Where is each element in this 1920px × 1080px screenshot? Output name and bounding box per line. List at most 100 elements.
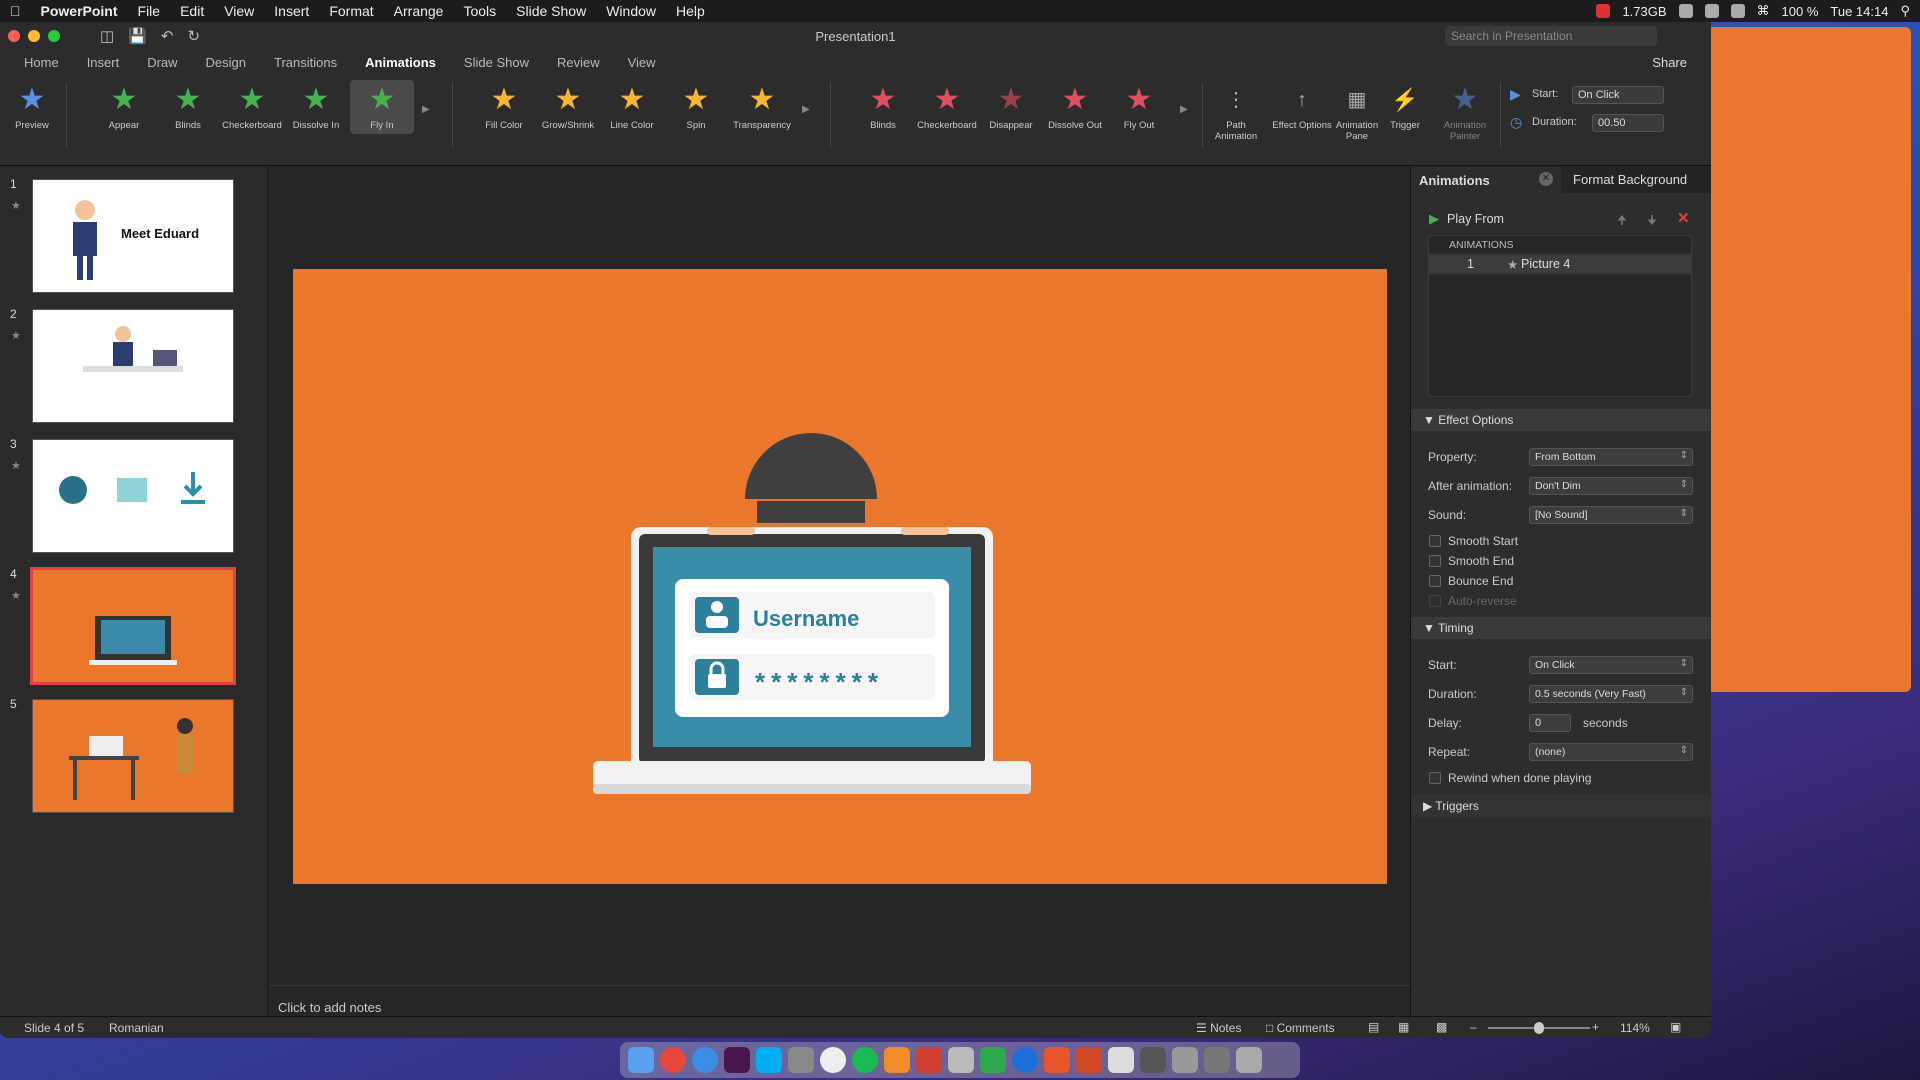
status-icon[interactable] [1678,4,1693,18]
effect-appear[interactable]: ★ Appear [94,80,154,131]
move-down-icon[interactable]: 🠋 [1647,211,1657,232]
slide-thumb-3[interactable] [32,439,234,553]
zoom-in-icon[interactable]: + [1592,1020,1599,1034]
tab-home[interactable]: Home [10,55,73,70]
tab-review[interactable]: Review [543,55,614,70]
current-slide[interactable]: Username ******** [293,269,1387,884]
menu-tools[interactable]: Tools [453,3,506,19]
effect-transparency[interactable]: ★ Transparency [730,80,794,131]
effect-spin[interactable]: ★ Spin [666,80,726,131]
finder-icon[interactable] [628,1047,654,1073]
menu-view[interactable]: View [214,3,264,19]
effect-options-button[interactable]: ↑ Effect Options [1272,80,1332,131]
slide-thumb-1[interactable]: Meet Eduard [32,179,234,293]
slide-thumb-5[interactable] [32,699,234,813]
sublime-icon[interactable] [884,1047,910,1073]
slide-thumb-4[interactable] [30,567,236,685]
triggers-section[interactable]: ▶ Triggers [1411,795,1711,817]
sound-select[interactable]: [No Sound] [1529,506,1693,524]
slide-thumb-2[interactable] [32,309,234,423]
notes-app-icon[interactable] [948,1047,974,1073]
menu-format[interactable]: Format [319,3,383,19]
todoist-icon[interactable] [916,1047,942,1073]
powerpoint-icon[interactable] [1076,1047,1102,1073]
apple-icon[interactable]:  [0,3,31,19]
tab-insert[interactable]: Insert [73,55,134,70]
play-from-button[interactable]: Play From [1447,212,1504,226]
menu-file[interactable]: File [128,3,171,19]
dropbox-icon[interactable] [1704,4,1719,18]
trigger-button[interactable]: ⚡ Trigger [1380,80,1430,131]
comments-button[interactable]: □ Comments [1266,1021,1335,1035]
background-window[interactable] [1700,27,1911,692]
start-select[interactable]: On Click [1572,86,1664,104]
auto-reverse-checkbox[interactable] [1429,595,1441,607]
clock-app-icon[interactable] [820,1047,846,1073]
effect-dissolve-in[interactable]: ★ Dissolve In [286,80,346,131]
search-input[interactable]: Search in Presentation [1445,26,1657,46]
record-icon[interactable] [1596,4,1611,18]
spotlight-icon[interactable]: ⚲ [1900,3,1910,19]
menu-window[interactable]: Window [596,3,666,19]
menu-app-name[interactable]: PowerPoint [31,3,128,19]
fit-slide-icon[interactable]: ▣ [1670,1020,1681,1034]
animation-pane-button[interactable]: ▦ Animation Pane [1327,80,1387,142]
emphasis-more-icon[interactable]: ▶ [802,104,810,115]
wifi-icon[interactable]: ⌘ [1757,3,1770,19]
skype-icon[interactable] [756,1047,782,1073]
entrance-more-icon[interactable]: ▶ [422,104,430,115]
move-up-icon[interactable]: 🠉 [1617,211,1627,232]
share-button[interactable]: Share [1652,55,1687,70]
delay-stepper[interactable]: 0 [1529,714,1571,732]
tab-slide-show[interactable]: Slide Show [450,55,543,70]
property-select[interactable]: From Bottom [1529,448,1693,466]
bounce-end-checkbox[interactable] [1429,575,1441,587]
timing-section[interactable]: ▼ Timing [1411,617,1711,639]
effect-fly-out[interactable]: ★ Fly Out [1109,80,1169,131]
effect-blinds-out[interactable]: ★ Blinds [853,80,913,131]
menu-insert[interactable]: Insert [264,3,319,19]
tab-view[interactable]: View [614,55,670,70]
stack-icon[interactable] [1204,1047,1230,1073]
duration-stepper[interactable]: 00.50 [1592,114,1664,132]
menu-help[interactable]: Help [666,3,715,19]
slack-icon[interactable] [724,1047,750,1073]
effect-disappear[interactable]: ★ Disappear [981,80,1041,131]
path-animation-button[interactable]: ⋮ Path Animation [1206,80,1266,142]
smooth-end-checkbox[interactable] [1429,555,1441,567]
trash-icon[interactable] [1236,1047,1262,1073]
effect-checkerboard-in[interactable]: ★ Checkerboard [222,80,282,131]
timing-start-select[interactable]: On Click [1529,656,1693,674]
safari-icon[interactable] [692,1047,718,1073]
effect-grow-shrink[interactable]: ★ Grow/Shrink [538,80,598,131]
normal-view-icon[interactable]: ▤ [1368,1020,1379,1034]
tab-design[interactable]: Design [192,55,260,70]
chrome-icon[interactable] [660,1047,686,1073]
menu-edit[interactable]: Edit [170,3,214,19]
battery-readout[interactable]: 100 % [1782,4,1819,19]
downloads-icon[interactable] [1172,1047,1198,1073]
cloud-icon[interactable] [1730,4,1745,18]
menu-slide-show[interactable]: Slide Show [506,3,596,19]
rewind-checkbox[interactable] [1429,772,1441,784]
language-indicator[interactable]: Romanian [109,1021,164,1035]
browser-icon[interactable] [1012,1047,1038,1073]
animation-item[interactable]: 1 ★ Picture 4 [1429,255,1691,274]
tab-animations[interactable]: Animations [351,55,450,70]
effect-checkerboard-out[interactable]: ★ Checkerboard [917,80,977,131]
sorter-view-icon[interactable]: ▦ [1398,1020,1409,1034]
zoom-slider-handle[interactable] [1534,1022,1544,1034]
effect-line-color[interactable]: ★ Line Color [602,80,662,131]
effect-fly-in[interactable]: ★ Fly In [350,80,414,134]
zoom-level[interactable]: 114% [1620,1021,1650,1035]
tab-transitions[interactable]: Transitions [260,55,351,70]
exit-more-icon[interactable]: ▶ [1180,104,1188,115]
notes-button[interactable]: ☰ Notes [1196,1021,1241,1035]
spotify-icon[interactable] [852,1047,878,1073]
reading-view-icon[interactable]: ▩ [1436,1020,1447,1034]
preview-button[interactable]: ★ Preview [2,80,62,131]
folder-icon[interactable] [1140,1047,1166,1073]
effect-blinds-in[interactable]: ★ Blinds [158,80,218,131]
app-icon[interactable] [1044,1047,1070,1073]
timing-duration-select[interactable]: 0.5 seconds (Very Fast) [1529,685,1693,703]
